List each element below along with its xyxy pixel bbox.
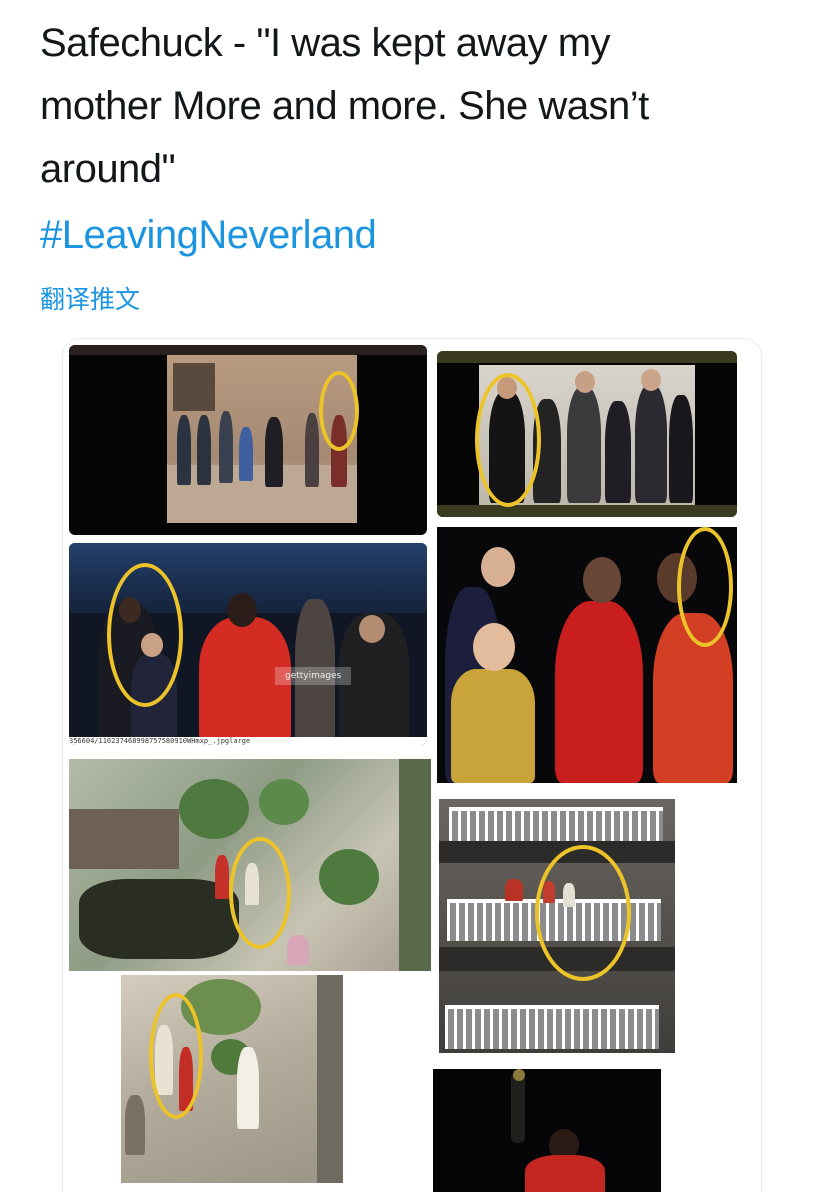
watermark: gettyimages: [275, 667, 352, 685]
collage-photo-3[interactable]: gettyimages 356604/110237468998757580910…: [69, 543, 427, 745]
collage-photo-5[interactable]: [69, 759, 431, 971]
highlight-circle: [149, 993, 203, 1119]
highlight-circle: [677, 527, 733, 647]
highlight-circle: [107, 563, 183, 707]
translate-tweet-link[interactable]: 翻译推文: [40, 283, 140, 317]
collage-photo-7[interactable]: [121, 975, 343, 1183]
tweet-text: Safechuck - "I was kept away my mother M…: [40, 21, 649, 191]
hashtag-link[interactable]: #LeavingNeverland: [40, 205, 377, 265]
balcony-railing: [449, 807, 663, 841]
collage-photo-6[interactable]: [439, 799, 675, 1053]
highlight-circle: [229, 837, 291, 949]
highlight-circle: [535, 845, 631, 981]
highlight-circle: [319, 371, 359, 451]
collage-photo-4[interactable]: [437, 527, 737, 783]
balcony-railing: [445, 1005, 659, 1049]
photo-collage[interactable]: gettyimages 356604/110237468998757580910…: [62, 338, 762, 1192]
collage-photo-2[interactable]: [437, 351, 737, 517]
collage-photo-1[interactable]: [69, 345, 427, 535]
photo-caption: 356604/110237468998757580910WHmxp_.jpgla…: [69, 737, 427, 745]
collage-photo-8[interactable]: [433, 1069, 661, 1192]
highlight-circle: [475, 373, 541, 507]
